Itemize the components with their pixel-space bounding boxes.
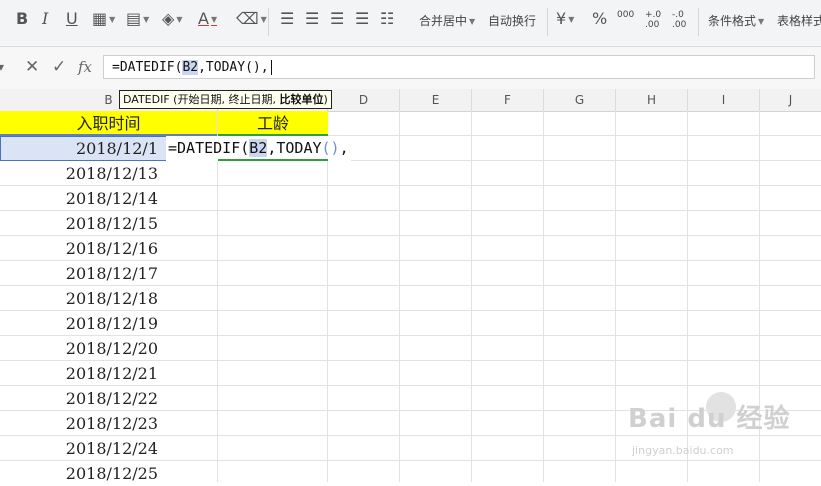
- formula-prefix: =DATEDIF(: [112, 60, 183, 75]
- in-cell-formula-editor[interactable]: =DATEDIF(B2,TODAY(),: [166, 136, 351, 161]
- align-right-icon[interactable]: ☰: [330, 10, 344, 28]
- name-box-dropdown-icon[interactable]: ▾: [0, 57, 4, 77]
- column-header-j[interactable]: J: [760, 89, 821, 111]
- formula-bar: ▾ ✕ ✓ fx =DATEDIF(B2,TODAY(),: [0, 47, 821, 90]
- grid-col-line: [217, 111, 218, 482]
- align-center-icon[interactable]: ☰: [305, 10, 319, 28]
- column-header-d[interactable]: D: [328, 89, 400, 111]
- formula-ref-b2: B2: [182, 60, 199, 75]
- cell-style-icon[interactable]: ▤ ▼: [126, 10, 149, 29]
- decrease-decimal-icon[interactable]: -.0 .00: [672, 10, 694, 30]
- edit-ref-b2: B2: [249, 139, 268, 157]
- grid-col-line: [471, 111, 472, 482]
- merge-center-button[interactable]: 合并居中 ▼: [419, 12, 475, 29]
- grid-col-line: [615, 111, 616, 482]
- grid-col-line: [399, 111, 400, 482]
- grid-col-line: [543, 111, 544, 482]
- font-color-icon[interactable]: A ▼: [198, 10, 217, 29]
- grid-col-line: [327, 111, 328, 482]
- ribbon-separator: [698, 8, 699, 36]
- header-cell-hire-date[interactable]: 入职时间: [0, 111, 217, 136]
- date-cell[interactable]: 2018/12/18: [0, 286, 217, 311]
- date-cell[interactable]: 2018/12/15: [0, 211, 217, 236]
- ribbon-toolbar: B I U ▦ ▼ ▤ ▼ ◈ ▼ A ▼ ⌫ ▼ ☰ ☰ ☰ ☰ ☷ 合并居中 ▼ 自动换…: [0, 0, 821, 47]
- confirm-icon[interactable]: ✓: [52, 57, 66, 77]
- justify-icon[interactable]: ☰: [355, 10, 369, 28]
- column-header-i[interactable]: I: [688, 89, 760, 111]
- thousands-icon[interactable]: 000: [617, 10, 634, 20]
- distributed-icon[interactable]: ☷: [380, 10, 394, 28]
- column-header-h[interactable]: H: [616, 89, 688, 111]
- date-cell[interactable]: 2018/12/25: [0, 461, 217, 486]
- wrap-text-button[interactable]: 自动换行: [488, 12, 536, 29]
- tooltip-args: (开始日期, 终止日期,: [169, 93, 280, 106]
- eraser-icon[interactable]: ⌫ ▼: [236, 10, 267, 29]
- currency-icon[interactable]: ¥ ▼: [556, 10, 574, 29]
- merge-center-label: 合并居中: [419, 14, 468, 28]
- watermark-brand: Bai du 经验: [628, 404, 791, 434]
- tooltip-close: ): [323, 93, 328, 106]
- edit-prefix: =DATEDIF(: [168, 139, 250, 157]
- edit-parens: (): [321, 139, 340, 157]
- date-cell[interactable]: 2018/12/13: [0, 161, 217, 186]
- column-header-e[interactable]: E: [400, 89, 472, 111]
- conditional-format-button[interactable]: 条件格式 ▼: [708, 12, 764, 29]
- tooltip-current-arg: 比较单位: [279, 93, 324, 106]
- column-header-g[interactable]: G: [544, 89, 616, 111]
- table-style-button[interactable]: 表格样式: [777, 12, 821, 29]
- formula-input[interactable]: =DATEDIF(B2,TODAY(),: [103, 55, 815, 79]
- italic-icon[interactable]: I: [42, 10, 48, 28]
- ribbon-separator: [268, 8, 269, 36]
- date-cell[interactable]: 2018/12/21: [0, 361, 217, 386]
- bold-icon[interactable]: B: [16, 10, 28, 28]
- tooltip-function-name: DATEDIF: [123, 93, 170, 106]
- edit-middle: ,TODAY: [267, 139, 322, 157]
- formula-suffix: ,TODAY(),: [198, 60, 269, 75]
- percent-icon[interactable]: %: [592, 10, 607, 28]
- date-cell[interactable]: 2018/12/19: [0, 311, 217, 336]
- date-cell[interactable]: 2018/12/20: [0, 336, 217, 361]
- edit-suffix: ,: [339, 139, 349, 157]
- watermark-url: jingyan.baidu.com: [632, 444, 734, 457]
- increase-decimal-icon[interactable]: +.0 .00: [645, 10, 667, 30]
- date-cell[interactable]: 2018/12/24: [0, 436, 217, 461]
- border-icon[interactable]: ▦ ▼: [92, 10, 115, 29]
- conditional-format-label: 条件格式: [708, 14, 757, 28]
- fill-color-icon[interactable]: ◈ ▼: [162, 10, 182, 29]
- date-cell[interactable]: 2018/12/22: [0, 386, 217, 411]
- column-header-f[interactable]: F: [472, 89, 544, 111]
- date-cell[interactable]: 2018/12/17: [0, 261, 217, 286]
- ribbon-separator: [547, 8, 548, 36]
- fx-icon[interactable]: fx: [78, 57, 92, 77]
- date-cell[interactable]: 2018/12/23: [0, 411, 217, 436]
- align-left-icon[interactable]: ☰: [280, 10, 294, 28]
- header-cell-seniority[interactable]: 工龄: [218, 111, 328, 136]
- function-args-tooltip: DATEDIF (开始日期, 终止日期, 比较单位): [119, 90, 332, 109]
- underline-icon[interactable]: U: [66, 10, 78, 28]
- date-cell[interactable]: 2018/12/14: [0, 186, 217, 211]
- date-cell[interactable]: 2018/12/16: [0, 236, 217, 261]
- text-caret: [270, 60, 272, 75]
- cancel-icon[interactable]: ✕: [25, 57, 39, 77]
- edit-cell-underline: [218, 159, 328, 161]
